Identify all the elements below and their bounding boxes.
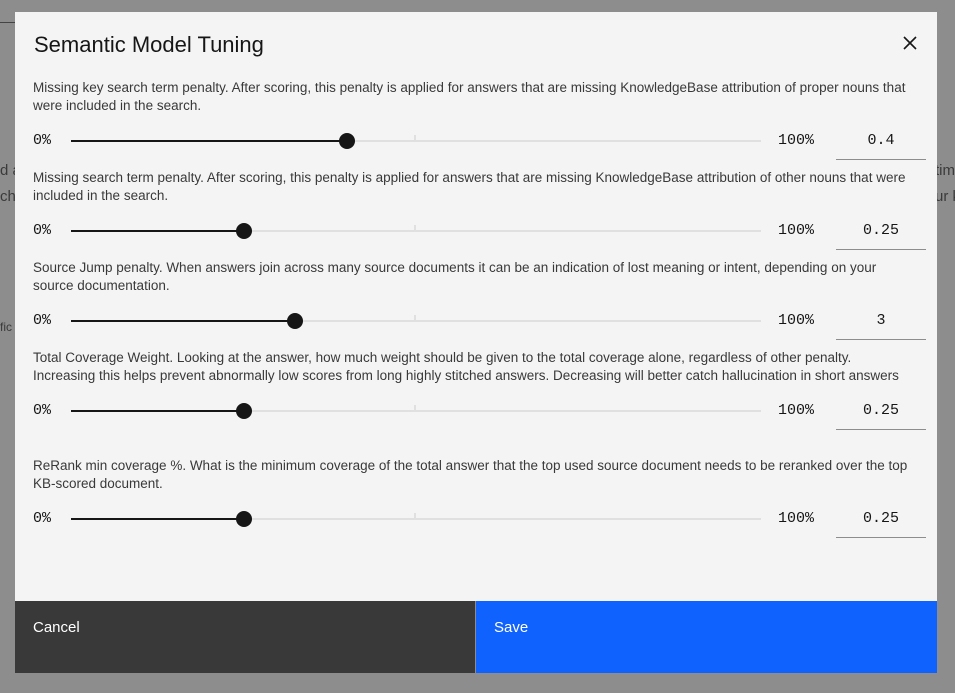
slider-midpoint-tick xyxy=(414,225,416,230)
slider-thumb[interactable] xyxy=(235,511,252,527)
slider-midpoint-tick xyxy=(414,513,416,518)
slider-midpoint-tick xyxy=(414,315,416,320)
setting-key-term-penalty: Missing key search term penalty. After s… xyxy=(33,79,926,170)
slider-max-label: 100% xyxy=(778,222,815,239)
close-button[interactable] xyxy=(895,28,925,58)
slider-row: 0% 100% xyxy=(33,216,926,260)
slider-min-label: 0% xyxy=(33,132,52,149)
setting-search-term-penalty: Missing search term penalty. After scori… xyxy=(33,169,926,260)
slider-midpoint-tick xyxy=(414,405,416,410)
setting-description: Source Jump penalty. When answers join a… xyxy=(33,260,877,293)
slider-track[interactable] xyxy=(71,511,761,527)
setting-source-jump-penalty: Source Jump penalty. When answers join a… xyxy=(33,259,926,350)
setting-total-coverage-weight: Total Coverage Weight. Looking at the an… xyxy=(33,349,926,440)
background-divider xyxy=(0,22,15,23)
slider-max-label: 100% xyxy=(778,132,815,149)
slider-row: 0% 100% xyxy=(33,126,926,170)
slider-row: 0% 100% xyxy=(33,504,926,548)
slider-min-label: 0% xyxy=(33,312,52,329)
background-text: tim xyxy=(935,162,955,179)
save-button[interactable]: Save xyxy=(475,601,937,673)
setting-description: ReRank min coverage %. What is the minim… xyxy=(33,458,908,491)
cancel-button[interactable]: Cancel xyxy=(15,601,475,673)
slider-thumb[interactable] xyxy=(235,403,252,419)
slider-row: 0% 100% xyxy=(33,306,926,350)
value-input[interactable] xyxy=(836,126,926,160)
slider-thumb[interactable] xyxy=(287,313,304,329)
slider-min-label: 0% xyxy=(33,402,52,419)
slider-track[interactable] xyxy=(71,223,761,239)
setting-description: Missing key search term penalty. After s… xyxy=(33,80,906,113)
slider-track[interactable] xyxy=(71,133,761,149)
slider-max-label: 100% xyxy=(778,510,815,527)
value-input[interactable] xyxy=(836,216,926,250)
setting-description: Total Coverage Weight. Looking at the an… xyxy=(33,350,899,383)
slider-midpoint-tick xyxy=(414,135,416,140)
value-input[interactable] xyxy=(836,396,926,430)
slider-track[interactable] xyxy=(71,313,761,329)
close-icon xyxy=(903,36,917,50)
slider-thumb[interactable] xyxy=(235,223,252,239)
modal-title: Semantic Model Tuning xyxy=(34,32,264,57)
slider-max-label: 100% xyxy=(778,312,815,329)
slider-track[interactable] xyxy=(71,403,761,419)
slider-min-label: 0% xyxy=(33,222,52,239)
slider-max-label: 100% xyxy=(778,402,815,419)
background-text: ch xyxy=(0,188,16,205)
value-input[interactable] xyxy=(836,306,926,340)
background-text: ur k xyxy=(935,188,955,205)
semantic-tuning-modal: Semantic Model Tuning Missing key search… xyxy=(15,12,937,673)
background-text: fic xyxy=(0,320,12,334)
value-input[interactable] xyxy=(836,504,926,538)
modal-footer: Cancel Save xyxy=(15,601,937,673)
slider-fill xyxy=(71,140,347,142)
setting-rerank-min-coverage: ReRank min coverage %. What is the minim… xyxy=(33,457,926,548)
slider-fill xyxy=(71,518,244,520)
slider-fill xyxy=(71,230,244,232)
setting-description: Missing search term penalty. After scori… xyxy=(33,170,906,203)
slider-min-label: 0% xyxy=(33,510,52,527)
slider-fill xyxy=(71,320,296,322)
slider-fill xyxy=(71,410,244,412)
slider-thumb[interactable] xyxy=(339,133,355,149)
slider-row: 0% 100% xyxy=(33,396,926,440)
